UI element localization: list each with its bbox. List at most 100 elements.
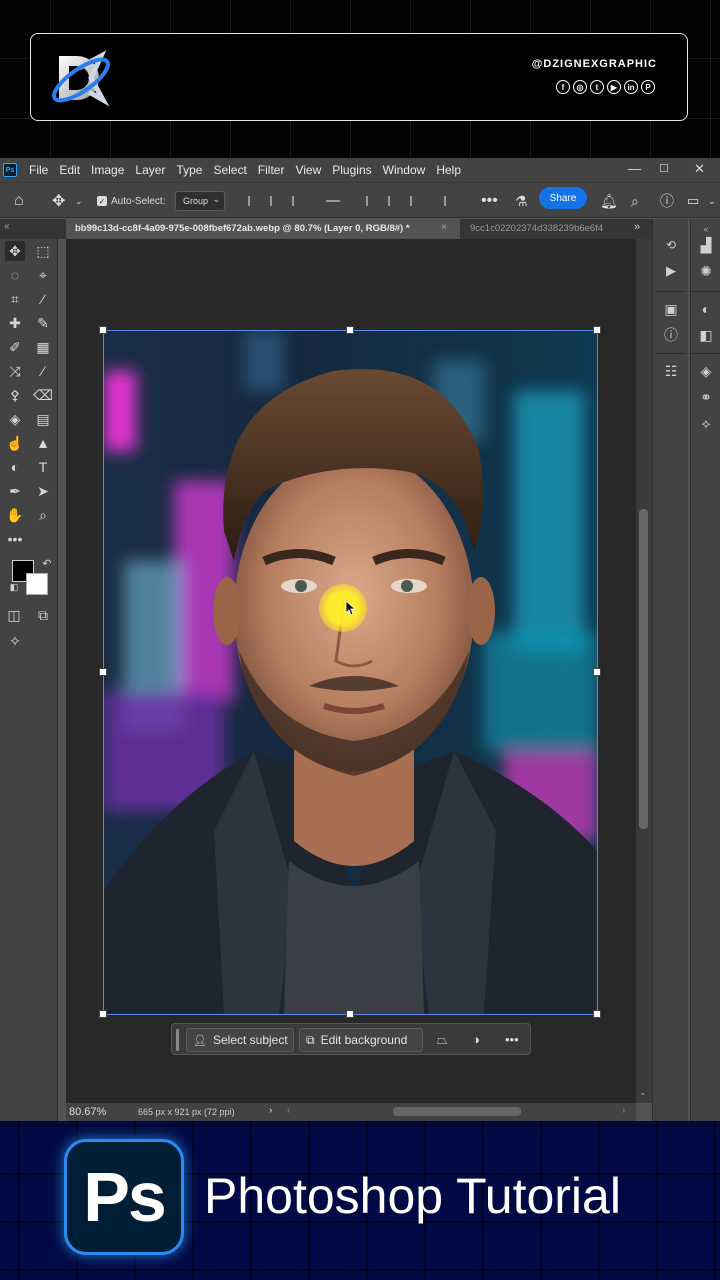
help-icon[interactable]: ⓘ [660, 183, 674, 219]
transform-handle-tl[interactable] [99, 326, 107, 334]
drag-handle[interactable] [176, 1029, 179, 1051]
workspace-icon[interactable]: ▭ [687, 183, 699, 219]
menu-window[interactable]: Window [383, 163, 426, 177]
channels-panel-icon[interactable]: ⚭ [696, 387, 716, 407]
close-window-icon[interactable]: ✕ [694, 161, 705, 177]
align-bottom-icon[interactable] [410, 196, 422, 206]
menu-edit[interactable]: Edit [59, 163, 80, 177]
vertical-scrollbar[interactable]: ⌄ [636, 239, 652, 1103]
menu-layer[interactable]: Layer [135, 163, 165, 177]
chevron-down-icon[interactable]: ⌄ [708, 183, 716, 219]
chevron-down-icon[interactable]: ⌄ [75, 183, 83, 219]
paint-bucket-icon[interactable]: ◈ [5, 409, 25, 429]
quick-mask-icon[interactable]: ◫ [4, 605, 24, 625]
edit-toolbar-icon[interactable]: ••• [5, 529, 25, 549]
maximize-icon[interactable]: ☐ [659, 162, 669, 175]
transform-handle-tr[interactable] [593, 326, 601, 334]
canvas-area[interactable]: 👤︎ Select subject ⧉ Edit background ⏢ ◑ … [66, 239, 636, 1103]
auto-select-toggle[interactable]: ✓ Auto-Select: [97, 183, 165, 219]
more-icon[interactable]: ••• [505, 1032, 519, 1047]
default-colors-icon[interactable]: ◧ [4, 577, 24, 597]
search-icon[interactable]: ⌕ [631, 183, 639, 219]
minimize-icon[interactable]: — [628, 161, 641, 176]
tab-active-document[interactable]: bb99c13d-cc8f-4a09-975e-008fbef672ab.web… [66, 219, 460, 239]
transform-handle-bl[interactable] [99, 1010, 107, 1018]
transform-bounding-box[interactable] [103, 330, 598, 1015]
distribute-icon[interactable] [326, 200, 340, 210]
distribute-vertical-icon[interactable] [444, 196, 456, 206]
transform-icon[interactable]: ⏢ [437, 1032, 447, 1048]
lasso-tool-icon[interactable]: ◌ [5, 265, 25, 285]
layers-panel-icon[interactable]: ◈ [696, 361, 716, 381]
object-selection-tool-icon[interactable]: ⌖ [33, 265, 53, 285]
eyedropper-tool-icon[interactable]: ⁄ [33, 289, 53, 309]
more-options-icon[interactable]: ••• [481, 183, 498, 219]
vertical-scroll-thumb[interactable] [639, 509, 648, 829]
adjustment-icon[interactable]: ◑ [472, 1032, 480, 1047]
share-button[interactable]: Share [539, 187, 587, 209]
swap-colors-icon[interactable]: ↶ [37, 553, 57, 573]
smudge-tool-icon[interactable]: ☝ [5, 433, 25, 453]
align-top-icon[interactable] [366, 196, 378, 206]
auto-select-target-dropdown[interactable]: Group ⌄ [175, 191, 225, 211]
history-panel-icon[interactable]: ⟲ [661, 235, 681, 255]
menu-select[interactable]: Select [213, 163, 246, 177]
menu-help[interactable]: Help [436, 163, 461, 177]
align-right-icon[interactable] [292, 196, 304, 206]
close-tab-icon[interactable]: × [441, 222, 447, 233]
actions-panel-icon[interactable]: ▶ [661, 261, 681, 281]
history-brush-icon[interactable]: ⤨ [5, 361, 25, 381]
histogram-panel-icon[interactable]: ▟ [696, 235, 716, 255]
crop-tool-icon[interactable]: ⌗ [5, 289, 25, 309]
eraser-tool-icon[interactable]: ⌫ [33, 385, 53, 405]
flask-icon[interactable]: ⚗ [515, 183, 528, 219]
paths-panel-icon[interactable]: ⟡ [696, 413, 716, 433]
background-color-swatch[interactable] [26, 573, 48, 595]
move-tool-icon[interactable]: ✥ [52, 183, 65, 219]
select-subject-button[interactable]: 👤︎ Select subject [186, 1028, 294, 1052]
transform-handle-left[interactable] [99, 668, 107, 676]
remove-tool-icon[interactable]: ✎ [33, 313, 53, 333]
horizontal-scroll-thumb[interactable] [393, 1107, 521, 1116]
menu-view[interactable]: View [295, 163, 321, 177]
pattern-stamp-icon[interactable]: ▦ [33, 337, 53, 357]
align-left-icon[interactable] [248, 196, 260, 206]
path-selection-icon[interactable]: ➤ [33, 481, 53, 501]
zoom-tool-icon[interactable]: ⌕ [33, 505, 53, 525]
scroll-right-icon[interactable]: › [622, 1105, 625, 1116]
menu-plugins[interactable]: Plugins [332, 163, 371, 177]
zoom-level[interactable]: 80.67% [69, 1106, 106, 1118]
gradient-tool-icon[interactable]: ▤ [33, 409, 53, 429]
styles-panel-icon[interactable]: ◧ [696, 325, 716, 345]
properties-panel-icon[interactable]: ☷ [661, 361, 681, 381]
edit-background-button[interactable]: ⧉ Edit background [299, 1028, 423, 1052]
brush-tool-icon[interactable]: ✐ [5, 337, 25, 357]
screen-mode-icon[interactable]: ⧉ [33, 605, 53, 625]
scroll-left-icon[interactable]: ‹ [287, 1105, 290, 1116]
menu-filter[interactable]: Filter [258, 163, 285, 177]
adjustments-panel-icon[interactable]: ◐ [696, 299, 716, 319]
transform-handle-bottom[interactable] [346, 1010, 354, 1018]
type-tool-icon[interactable]: T [33, 457, 53, 477]
menu-file[interactable]: File [29, 163, 48, 177]
checkbox-checked-icon[interactable]: ✓ [97, 196, 107, 206]
status-expand-icon[interactable]: › [269, 1105, 272, 1116]
collapse-panel-icon[interactable]: « [4, 221, 10, 232]
align-center-icon[interactable] [270, 196, 282, 206]
scroll-down-icon[interactable]: ⌄ [639, 1087, 647, 1098]
align-middle-icon[interactable] [388, 196, 400, 206]
hand-tool-icon[interactable]: ✋ [5, 505, 25, 525]
navigator-panel-icon[interactable]: ✺ [696, 261, 716, 281]
libraries-panel-icon[interactable]: ▣ [661, 299, 681, 319]
tab-second-document[interactable]: 9cc1c02202374d338239b6e6f4 [462, 219, 620, 239]
art-brush-icon[interactable]: ∕ [33, 361, 53, 381]
home-icon[interactable]: ⌂ [14, 183, 24, 219]
healing-brush-icon[interactable]: ✚ [5, 313, 25, 333]
generative-fill-icon[interactable]: ✧ [5, 631, 25, 651]
tab-overflow-icon[interactable]: » [634, 221, 640, 233]
clone-stamp-icon[interactable]: ⚴ [5, 385, 25, 405]
info-panel-icon[interactable]: ⓘ [661, 325, 681, 345]
sharpen-tool-icon[interactable]: ▲ [33, 433, 53, 453]
menu-type[interactable]: Type [176, 163, 202, 177]
dodge-tool-icon[interactable]: ◐ [5, 457, 25, 477]
